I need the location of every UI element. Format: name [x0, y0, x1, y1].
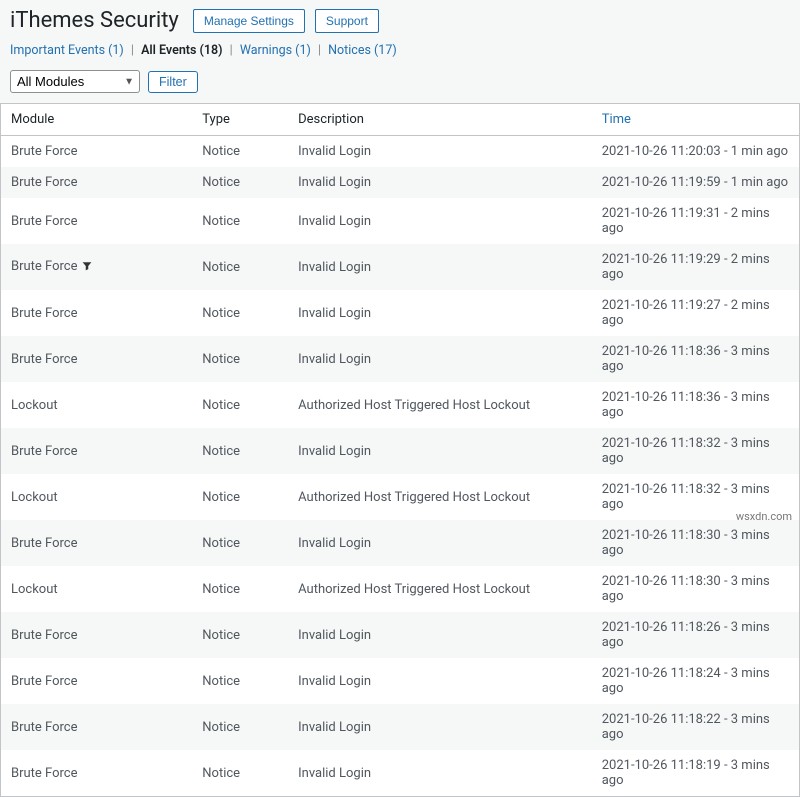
cell-description: Invalid Login: [288, 244, 592, 290]
column-header-module: Module: [1, 104, 193, 136]
cell-time: 2021-10-26 11:18:24 - 3 mins ago: [592, 658, 800, 704]
cell-description: Authorized Host Triggered Host Lockout: [288, 382, 592, 428]
cell-description: Invalid Login: [288, 750, 592, 797]
cell-module: Lockout: [1, 566, 193, 612]
table-row[interactable]: Brute ForceNoticeInvalid Login2021-10-26…: [1, 520, 800, 566]
cell-time: 2021-10-26 11:19:27 - 2 mins ago: [592, 290, 800, 336]
cell-type: Notice: [192, 428, 288, 474]
cell-time: 2021-10-26 11:18:36 - 3 mins ago: [592, 336, 800, 382]
cell-time: 2021-10-26 11:19:59 - 1 min ago: [592, 167, 800, 198]
column-header-description: Description: [288, 104, 592, 136]
cell-module: Brute Force: [1, 336, 193, 382]
cell-type: Notice: [192, 612, 288, 658]
page-header: iThemes Security Manage Settings Support: [0, 0, 800, 39]
cell-module: Brute Force: [1, 198, 193, 244]
cell-type: Notice: [192, 290, 288, 336]
table-row[interactable]: Brute ForceNoticeInvalid Login2021-10-26…: [1, 336, 800, 382]
cell-time: 2021-10-26 11:18:26 - 3 mins ago: [592, 612, 800, 658]
tab-all-events[interactable]: All Events (18): [141, 43, 222, 58]
table-row[interactable]: LockoutNoticeAuthorized Host Triggered H…: [1, 474, 800, 520]
table-row[interactable]: Brute ForceNoticeInvalid Login2021-10-26…: [1, 704, 800, 750]
cell-module: Brute Force: [1, 612, 193, 658]
cell-type: Notice: [192, 704, 288, 750]
cell-time: 2021-10-26 11:18:22 - 3 mins ago: [592, 704, 800, 750]
cell-type: Notice: [192, 658, 288, 704]
cell-description: Invalid Login: [288, 336, 592, 382]
cell-type: Notice: [192, 198, 288, 244]
table-row[interactable]: Brute ForceNoticeInvalid Login2021-10-26…: [1, 750, 800, 797]
manage-settings-button[interactable]: Manage Settings: [193, 9, 305, 33]
cell-type: Notice: [192, 520, 288, 566]
table-row[interactable]: LockoutNoticeAuthorized Host Triggered H…: [1, 382, 800, 428]
table-row[interactable]: Brute ForceNoticeInvalid Login2021-10-26…: [1, 658, 800, 704]
cell-module: Brute Force: [1, 167, 193, 198]
cell-type: Notice: [192, 136, 288, 168]
cell-description: Invalid Login: [288, 167, 592, 198]
filter-button[interactable]: Filter: [148, 71, 198, 93]
cell-type: Notice: [192, 244, 288, 290]
cell-module: Brute Force: [1, 520, 193, 566]
cell-time: 2021-10-26 11:20:03 - 1 min ago: [592, 136, 800, 168]
cell-time: 2021-10-26 11:18:30 - 3 mins ago: [592, 566, 800, 612]
tab-warnings[interactable]: Warnings (1): [240, 43, 311, 58]
cell-description: Authorized Host Triggered Host Lockout: [288, 566, 592, 612]
cell-description: Invalid Login: [288, 136, 592, 168]
cell-module: Brute Force: [1, 704, 193, 750]
cell-type: Notice: [192, 382, 288, 428]
module-select[interactable]: All Modules: [10, 70, 140, 93]
tab-separator: |: [230, 43, 233, 58]
table-header-row: Module Type Description Time: [1, 104, 800, 136]
cell-description: Invalid Login: [288, 612, 592, 658]
cell-description: Invalid Login: [288, 658, 592, 704]
cell-type: Notice: [192, 474, 288, 520]
cell-type: Notice: [192, 566, 288, 612]
cell-type: Notice: [192, 750, 288, 797]
cell-module: Lockout: [1, 474, 193, 520]
time-sort-link[interactable]: Time: [602, 112, 631, 127]
table-row[interactable]: Brute ForceNoticeInvalid Login2021-10-26…: [1, 612, 800, 658]
cell-description: Invalid Login: [288, 198, 592, 244]
table-row[interactable]: LockoutNoticeAuthorized Host Triggered H…: [1, 566, 800, 612]
tab-separator: |: [131, 43, 134, 58]
table-row[interactable]: Brute ForceNoticeInvalid Login2021-10-26…: [1, 167, 800, 198]
table-row[interactable]: Brute ForceNoticeInvalid Login2021-10-26…: [1, 428, 800, 474]
cell-time: 2021-10-26 11:18:30 - 3 mins ago: [592, 520, 800, 566]
cell-module: Brute Force: [1, 244, 193, 290]
table-row[interactable]: Brute ForceNoticeInvalid Login2021-10-26…: [1, 290, 800, 336]
events-table: Module Type Description Time Brute Force…: [0, 103, 800, 797]
cell-time: 2021-10-26 11:18:32 - 3 mins ago: [592, 428, 800, 474]
table-row[interactable]: Brute ForceNoticeInvalid Login2021-10-26…: [1, 198, 800, 244]
cell-module: Brute Force: [1, 750, 193, 797]
tab-separator: |: [318, 43, 321, 58]
column-header-time[interactable]: Time: [592, 104, 800, 136]
cell-description: Authorized Host Triggered Host Lockout: [288, 474, 592, 520]
column-header-type: Type: [192, 104, 288, 136]
cell-time: 2021-10-26 11:19:29 - 2 mins ago: [592, 244, 800, 290]
cell-time: 2021-10-26 11:18:36 - 3 mins ago: [592, 382, 800, 428]
view-tabs: Important Events (1) | All Events (18) |…: [0, 39, 800, 66]
cell-type: Notice: [192, 167, 288, 198]
table-row[interactable]: Brute ForceNoticeInvalid Login2021-10-26…: [1, 244, 800, 290]
table-row[interactable]: Brute ForceNoticeInvalid Login2021-10-26…: [1, 136, 800, 168]
cell-module: Brute Force: [1, 136, 193, 168]
cell-description: Invalid Login: [288, 290, 592, 336]
cell-description: Invalid Login: [288, 704, 592, 750]
page-title: iThemes Security: [10, 8, 179, 33]
cell-description: Invalid Login: [288, 520, 592, 566]
cell-description: Invalid Login: [288, 428, 592, 474]
cell-module: Brute Force: [1, 658, 193, 704]
tab-important-events[interactable]: Important Events (1): [10, 43, 124, 58]
support-button[interactable]: Support: [315, 9, 379, 33]
cell-time: 2021-10-26 11:19:31 - 2 mins ago: [592, 198, 800, 244]
cell-module: Lockout: [1, 382, 193, 428]
watermark: wsxdn.com: [736, 510, 792, 523]
filter-row: All Modules ▼ Filter: [0, 66, 800, 103]
tab-notices[interactable]: Notices (17): [328, 43, 397, 58]
cell-type: Notice: [192, 336, 288, 382]
cell-time: 2021-10-26 11:18:19 - 3 mins ago: [592, 750, 800, 797]
cell-module: Brute Force: [1, 428, 193, 474]
filter-icon[interactable]: [82, 260, 92, 275]
cell-module: Brute Force: [1, 290, 193, 336]
